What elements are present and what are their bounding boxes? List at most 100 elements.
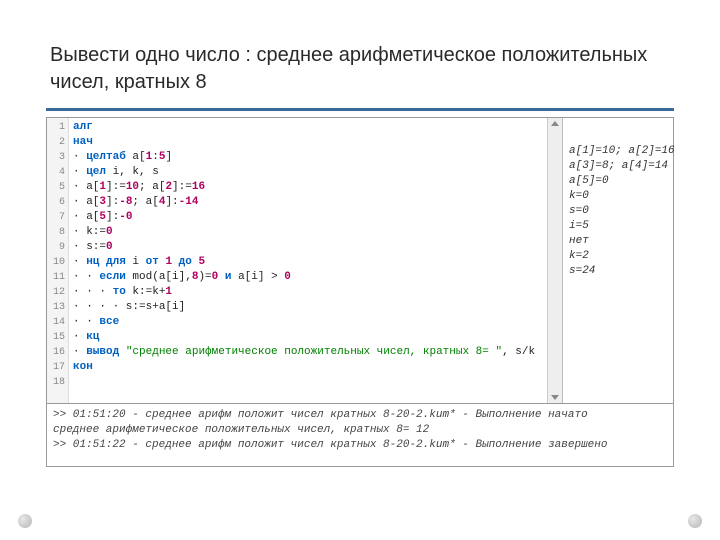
- code-token: -8: [119, 196, 132, 208]
- line-number: 2: [59, 137, 65, 148]
- code-token: )=: [198, 271, 211, 283]
- code-token: [218, 271, 225, 283]
- code-token: 16: [192, 181, 205, 193]
- vertical-scrollbar[interactable]: [547, 118, 562, 403]
- line-number: 17: [53, 362, 65, 373]
- code-token: ·: [73, 346, 86, 358]
- line-number: 11: [53, 272, 65, 283]
- line-number: 18: [53, 377, 65, 388]
- title-block: Вывести одно число : среднее арифметичес…: [46, 34, 674, 111]
- code-token: · ·: [73, 316, 99, 328]
- code-token: , s/k: [502, 346, 535, 358]
- editor-pane: 1 2 3 4 5 6 7 8 9 10 11 12 13 14 15 16 1…: [47, 118, 563, 403]
- line-number: 15: [53, 332, 65, 343]
- code-token: ·: [73, 256, 86, 268]
- code-token: k:=k+: [126, 286, 166, 298]
- code-token: mod(a[i],: [126, 271, 192, 283]
- code-token: все: [99, 316, 119, 328]
- code-token: кц: [86, 331, 99, 343]
- ide-top-panes: 1 2 3 4 5 6 7 8 9 10 11 12 13 14 15 16 1…: [47, 118, 673, 404]
- code-token: a[i] >: [231, 271, 284, 283]
- console-line: >> 01:51:20 - среднее арифм положит чисе…: [53, 409, 588, 421]
- line-number: 6: [59, 197, 65, 208]
- code-token: · a[: [73, 181, 99, 193]
- var-line: a[5]=0: [569, 175, 609, 187]
- code-token: i: [126, 256, 146, 268]
- code-token: нач: [73, 136, 93, 148]
- line-number: 13: [53, 302, 65, 313]
- code-token: 0: [284, 271, 291, 283]
- var-line: a[3]=8; a[4]=14: [569, 160, 668, 172]
- var-line: a[1]=10; a[2]=16: [569, 145, 675, 157]
- code-token: :: [152, 151, 159, 163]
- line-number: 4: [59, 167, 65, 178]
- line-gutter: 1 2 3 4 5 6 7 8 9 10 11 12 13 14 15 16 1…: [47, 118, 69, 403]
- code-token: цел: [86, 166, 106, 178]
- code-token: кон: [73, 361, 93, 373]
- output-console: >> 01:51:20 - среднее арифм положит чисе…: [47, 404, 673, 466]
- line-number: 1: [59, 122, 65, 133]
- decor-dot-icon: [18, 514, 32, 528]
- code-token: нц для: [86, 256, 126, 268]
- code-token: ]:: [106, 196, 119, 208]
- code-token: ; a[: [132, 196, 158, 208]
- line-number: 16: [53, 347, 65, 358]
- var-line: i=5: [569, 220, 589, 232]
- code-token: алг: [73, 121, 93, 133]
- ide-window: 1 2 3 4 5 6 7 8 9 10 11 12 13 14 15 16 1…: [46, 117, 674, 467]
- line-number: 14: [53, 317, 65, 328]
- code-token: ]:: [165, 196, 178, 208]
- slide-title: Вывести одно число : среднее арифметичес…: [50, 42, 670, 96]
- var-line: k=2: [569, 250, 589, 262]
- code-token: 0: [106, 226, 113, 238]
- code-token: то: [113, 286, 126, 298]
- code-token: · a[: [73, 211, 99, 223]
- code-token: ]:: [106, 211, 119, 223]
- console-line: >> 01:51:22 - среднее арифм положит чисе…: [53, 439, 608, 451]
- code-token: · ·: [73, 271, 99, 283]
- code-token: 10: [126, 181, 139, 193]
- line-number: 8: [59, 227, 65, 238]
- code-token: ; a[: [139, 181, 165, 193]
- var-line: s=0: [569, 205, 589, 217]
- code-token: если: [99, 271, 125, 283]
- decor-dot-icon: [688, 514, 702, 528]
- line-number: 3: [59, 152, 65, 163]
- code-token: до: [179, 256, 192, 268]
- code-token: ·: [73, 166, 86, 178]
- line-number: 7: [59, 212, 65, 223]
- code-token: 0: [106, 241, 113, 253]
- line-number: 5: [59, 182, 65, 193]
- code-token: · s:=: [73, 241, 106, 253]
- code-token: вывод: [86, 346, 119, 358]
- variables-pane: a[1]=10; a[2]=16 a[3]=8; a[4]=14 a[5]=0 …: [563, 118, 673, 403]
- code-token: ]:=: [106, 181, 126, 193]
- line-number: 10: [53, 257, 65, 268]
- code-token: "среднее арифметическое положительных чи…: [126, 346, 502, 358]
- code-token: целтаб: [86, 151, 126, 163]
- code-token: [119, 346, 126, 358]
- console-line: среднее арифметическое положительных чис…: [53, 424, 429, 436]
- code-token: 1: [165, 286, 172, 298]
- var-line: нет: [569, 235, 589, 247]
- code-token: a[: [126, 151, 146, 163]
- line-number: 12: [53, 287, 65, 298]
- code-token: [172, 256, 179, 268]
- code-token: ]: [165, 151, 172, 163]
- code-token: · · · · s:=s+a[i]: [73, 301, 185, 313]
- code-token: · · ·: [73, 286, 113, 298]
- code-token: · k:=: [73, 226, 106, 238]
- code-token: · a[: [73, 196, 99, 208]
- var-line: s=24: [569, 265, 595, 277]
- code-token: ]:=: [172, 181, 192, 193]
- code-token: от: [146, 256, 159, 268]
- line-number: 9: [59, 242, 65, 253]
- code-token: i, k, s: [106, 166, 159, 178]
- var-line: k=0: [569, 190, 589, 202]
- slide: Вывести одно число : среднее арифметичес…: [0, 0, 720, 540]
- code-token: ·: [73, 151, 86, 163]
- code-area[interactable]: алг нач · целтаб a[1:5] · цел i, k, s · …: [69, 118, 547, 403]
- code-token: -14: [179, 196, 199, 208]
- code-token: ·: [73, 331, 86, 343]
- code-token: -0: [119, 211, 132, 223]
